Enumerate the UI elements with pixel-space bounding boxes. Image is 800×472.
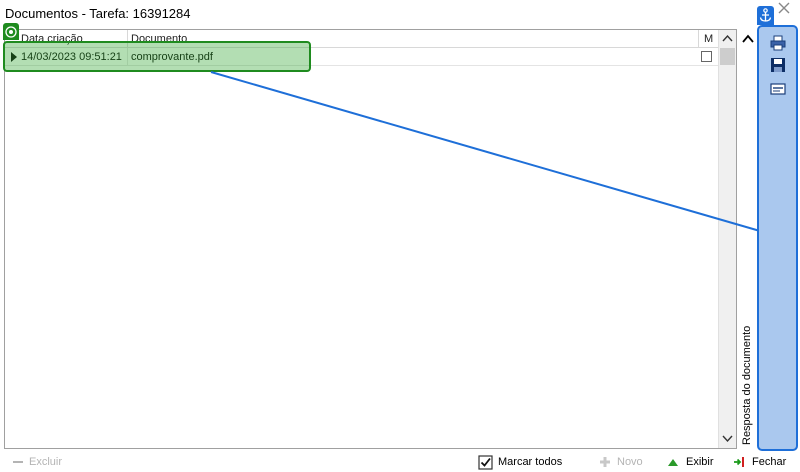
column-separator[interactable]	[698, 30, 699, 48]
window-title: Documentos - Tarefa: 16391284	[5, 6, 191, 21]
exibir-button[interactable]: Exibir	[686, 456, 714, 468]
triangle-up-icon	[668, 459, 678, 466]
plus-icon	[600, 457, 610, 467]
checkbox-checked-icon	[478, 455, 493, 470]
selected-row-highlight	[3, 41, 311, 72]
bottom-toolbar: Excluir Marcar todos Novo Exibir Fechar	[0, 452, 800, 472]
save-icon[interactable]	[770, 57, 786, 73]
scrollbar-thumb[interactable]	[720, 48, 735, 65]
row-mark-checkbox[interactable]	[701, 51, 712, 62]
documentos-window: Documentos - Tarefa: 16391284 Data criaç…	[0, 0, 800, 472]
novo-button[interactable]: Novo	[617, 456, 643, 468]
excluir-button[interactable]: Excluir	[29, 456, 62, 468]
close-icon[interactable]	[776, 0, 792, 16]
print-icon[interactable]	[770, 35, 786, 51]
exit-door-icon	[734, 457, 744, 467]
scroll-up-icon[interactable]	[719, 30, 736, 47]
fechar-button[interactable]: Fechar	[752, 456, 786, 468]
target-icon	[3, 23, 19, 40]
scroll-down-icon[interactable]	[719, 430, 736, 447]
anchor-icon	[759, 8, 772, 22]
resposta-documento-label[interactable]: Resposta do documento	[738, 325, 756, 445]
scan-icon[interactable]	[770, 81, 786, 97]
vertical-scrollbar[interactable]	[718, 30, 736, 448]
anchor-badge	[757, 6, 774, 25]
documents-grid[interactable]: Data criação Documento M 14/03/2023 09:5…	[4, 29, 737, 449]
delete-icon	[13, 461, 23, 463]
column-header-m[interactable]: M	[704, 33, 713, 45]
marcar-todos-button[interactable]: Marcar todos	[498, 456, 562, 468]
collapse-up-icon[interactable]	[741, 32, 755, 46]
title-bar: Documentos - Tarefa: 16391284	[0, 0, 800, 28]
